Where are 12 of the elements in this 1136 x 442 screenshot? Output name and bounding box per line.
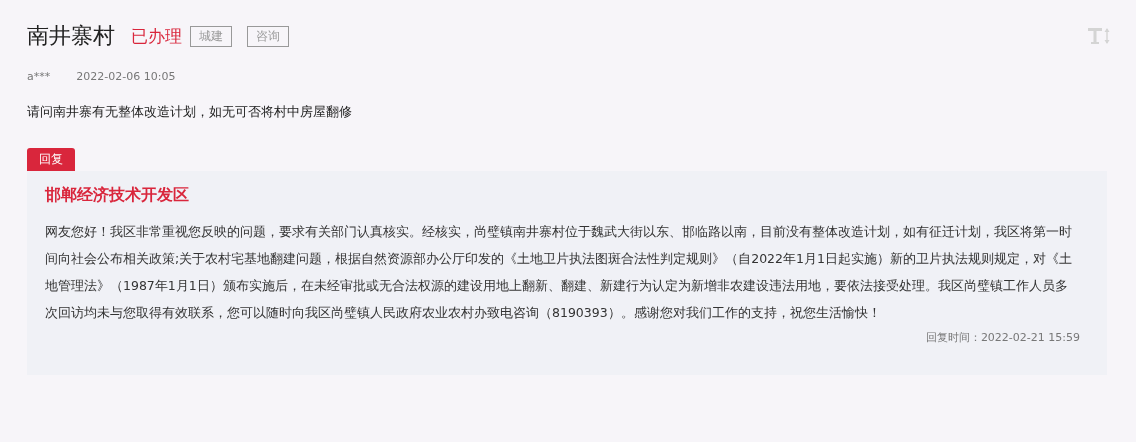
reply-label: 回复 — [27, 148, 75, 171]
author-name: a*** — [27, 70, 51, 83]
font-size-icon[interactable] — [1087, 26, 1111, 46]
page-title: 南井寨村 — [27, 22, 115, 50]
category-tag: 咨询 — [247, 25, 289, 47]
status-label: 已办理 — [131, 24, 182, 48]
question-text: 请问南井寨有无整体改造计划，如无可否将村中房屋翻修 — [27, 103, 353, 121]
reply-text: 网友您好！我区非常重视您反映的问题，要求有关部门认真核实。经核实，尚璧镇南井寨村位于魏武大街以东、邯临路以南，目前没有整体改造计划，如有征迁计划，我区将第一时间向社会公布相关政策;关于农村宅基地翻建问题，根据自然资源部办公厅印发的《土地卫片执法图斑合法性判定规则》（自2022年1月1日起实施）新的卫片执法规则规定，对《土地管理法》（1987年1月1日）颁布实施后，在未经审批或无合法权源的建设用地上翻新、翻建、新建行为认定为新增非农建设违法用地，要依法接受处理。我区尚璧镇工作人员多次回访均未与您取得有效联系，您可以随时向我区尚璧镇人民政府农业农村办致电咨询（8190393）。感谢您对我们工作的支持，祝您生活愉快！ — [45, 223, 1073, 322]
post-time: 2022-02-06 10:05 — [76, 70, 176, 83]
category-tag: 城建 — [190, 25, 232, 47]
reply-time: 回复时间：2022-02-21 15:59 — [925, 330, 1080, 345]
department-name: 邯郸经济技术开发区 — [45, 185, 190, 206]
